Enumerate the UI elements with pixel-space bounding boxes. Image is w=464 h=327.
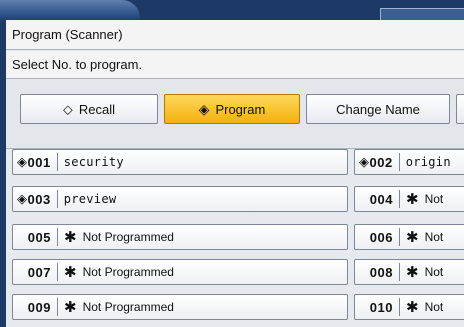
not-programmed-label: ✱ Not	[406, 263, 444, 281]
program-number: 004	[369, 191, 393, 207]
change-name-label: Change Name	[336, 101, 420, 117]
program-009-button[interactable]: 009 ✱ Not Programmed	[12, 294, 348, 320]
program-label: Program	[215, 101, 266, 117]
mode-bar: ⬦ Recall ◈ Program Change Name	[6, 80, 464, 148]
program-number: 010	[369, 299, 393, 315]
recall-icon: ⬦	[63, 101, 73, 117]
asterisk-icon: ✱	[406, 228, 419, 246]
program-007-button[interactable]: 007 ✱ Not Programmed	[12, 259, 348, 285]
asterisk-icon: ✱	[406, 190, 419, 208]
program-number: 008	[369, 264, 393, 280]
more-button[interactable]	[456, 94, 464, 124]
instruction-text: Select No. to program.	[6, 51, 464, 79]
program-icon: ◈	[359, 154, 370, 169]
program-006-button[interactable]: 006 ✱ Not	[354, 224, 464, 250]
program-icon: ◈	[17, 154, 28, 169]
not-programmed-label: ✱ Not	[406, 228, 444, 246]
program-008-button[interactable]: 008 ✱ Not	[354, 259, 464, 285]
not-programmed-label: ✱ Not	[406, 190, 444, 208]
program-number: 007	[27, 264, 51, 280]
not-programmed-label: ✱ Not Programmed	[64, 298, 174, 316]
program-004-button[interactable]: 004 ✱ Not	[354, 186, 464, 212]
program-number: 006	[369, 229, 393, 245]
recall-label: Recall	[78, 101, 115, 117]
not-programmed-label: ✱ Not Programmed	[64, 228, 174, 246]
frame-notch	[0, 0, 140, 22]
asterisk-icon: ✱	[406, 263, 419, 281]
asterisk-icon: ✱	[64, 298, 77, 316]
program-005-button[interactable]: 005 ✱ Not Programmed	[12, 224, 348, 250]
program-001-button[interactable]: ◈ 001 security	[12, 149, 348, 175]
program-icon: ◈	[17, 191, 28, 206]
program-number: ◈ 001	[17, 154, 51, 170]
program-name: preview	[63, 192, 117, 206]
program-icon: ◈	[198, 101, 210, 117]
program-name: security	[63, 155, 124, 169]
program-number: 009	[27, 299, 51, 315]
asterisk-icon: ✱	[64, 263, 77, 281]
program-number: ◈ 003	[17, 191, 51, 207]
program-name: origin	[405, 155, 451, 169]
program-number: 005	[27, 229, 51, 245]
recall-button[interactable]: ⬦ Recall	[20, 94, 158, 124]
asterisk-icon: ✱	[64, 228, 77, 246]
program-010-button[interactable]: 010 ✱ Not	[354, 294, 464, 320]
program-003-button[interactable]: ◈ 003 preview	[12, 186, 348, 212]
program-button[interactable]: ◈ Program	[164, 94, 300, 124]
not-programmed-label: ✱ Not Programmed	[64, 263, 174, 281]
top-frame	[0, 0, 464, 23]
change-name-button[interactable]: Change Name	[306, 94, 450, 124]
not-programmed-label: ✱ Not	[406, 298, 444, 316]
asterisk-icon: ✱	[406, 298, 419, 316]
program-002-button[interactable]: ◈ 002 origin	[354, 149, 464, 175]
window-title: Program (Scanner)	[6, 20, 464, 50]
program-number: ◈ 002	[359, 154, 393, 170]
